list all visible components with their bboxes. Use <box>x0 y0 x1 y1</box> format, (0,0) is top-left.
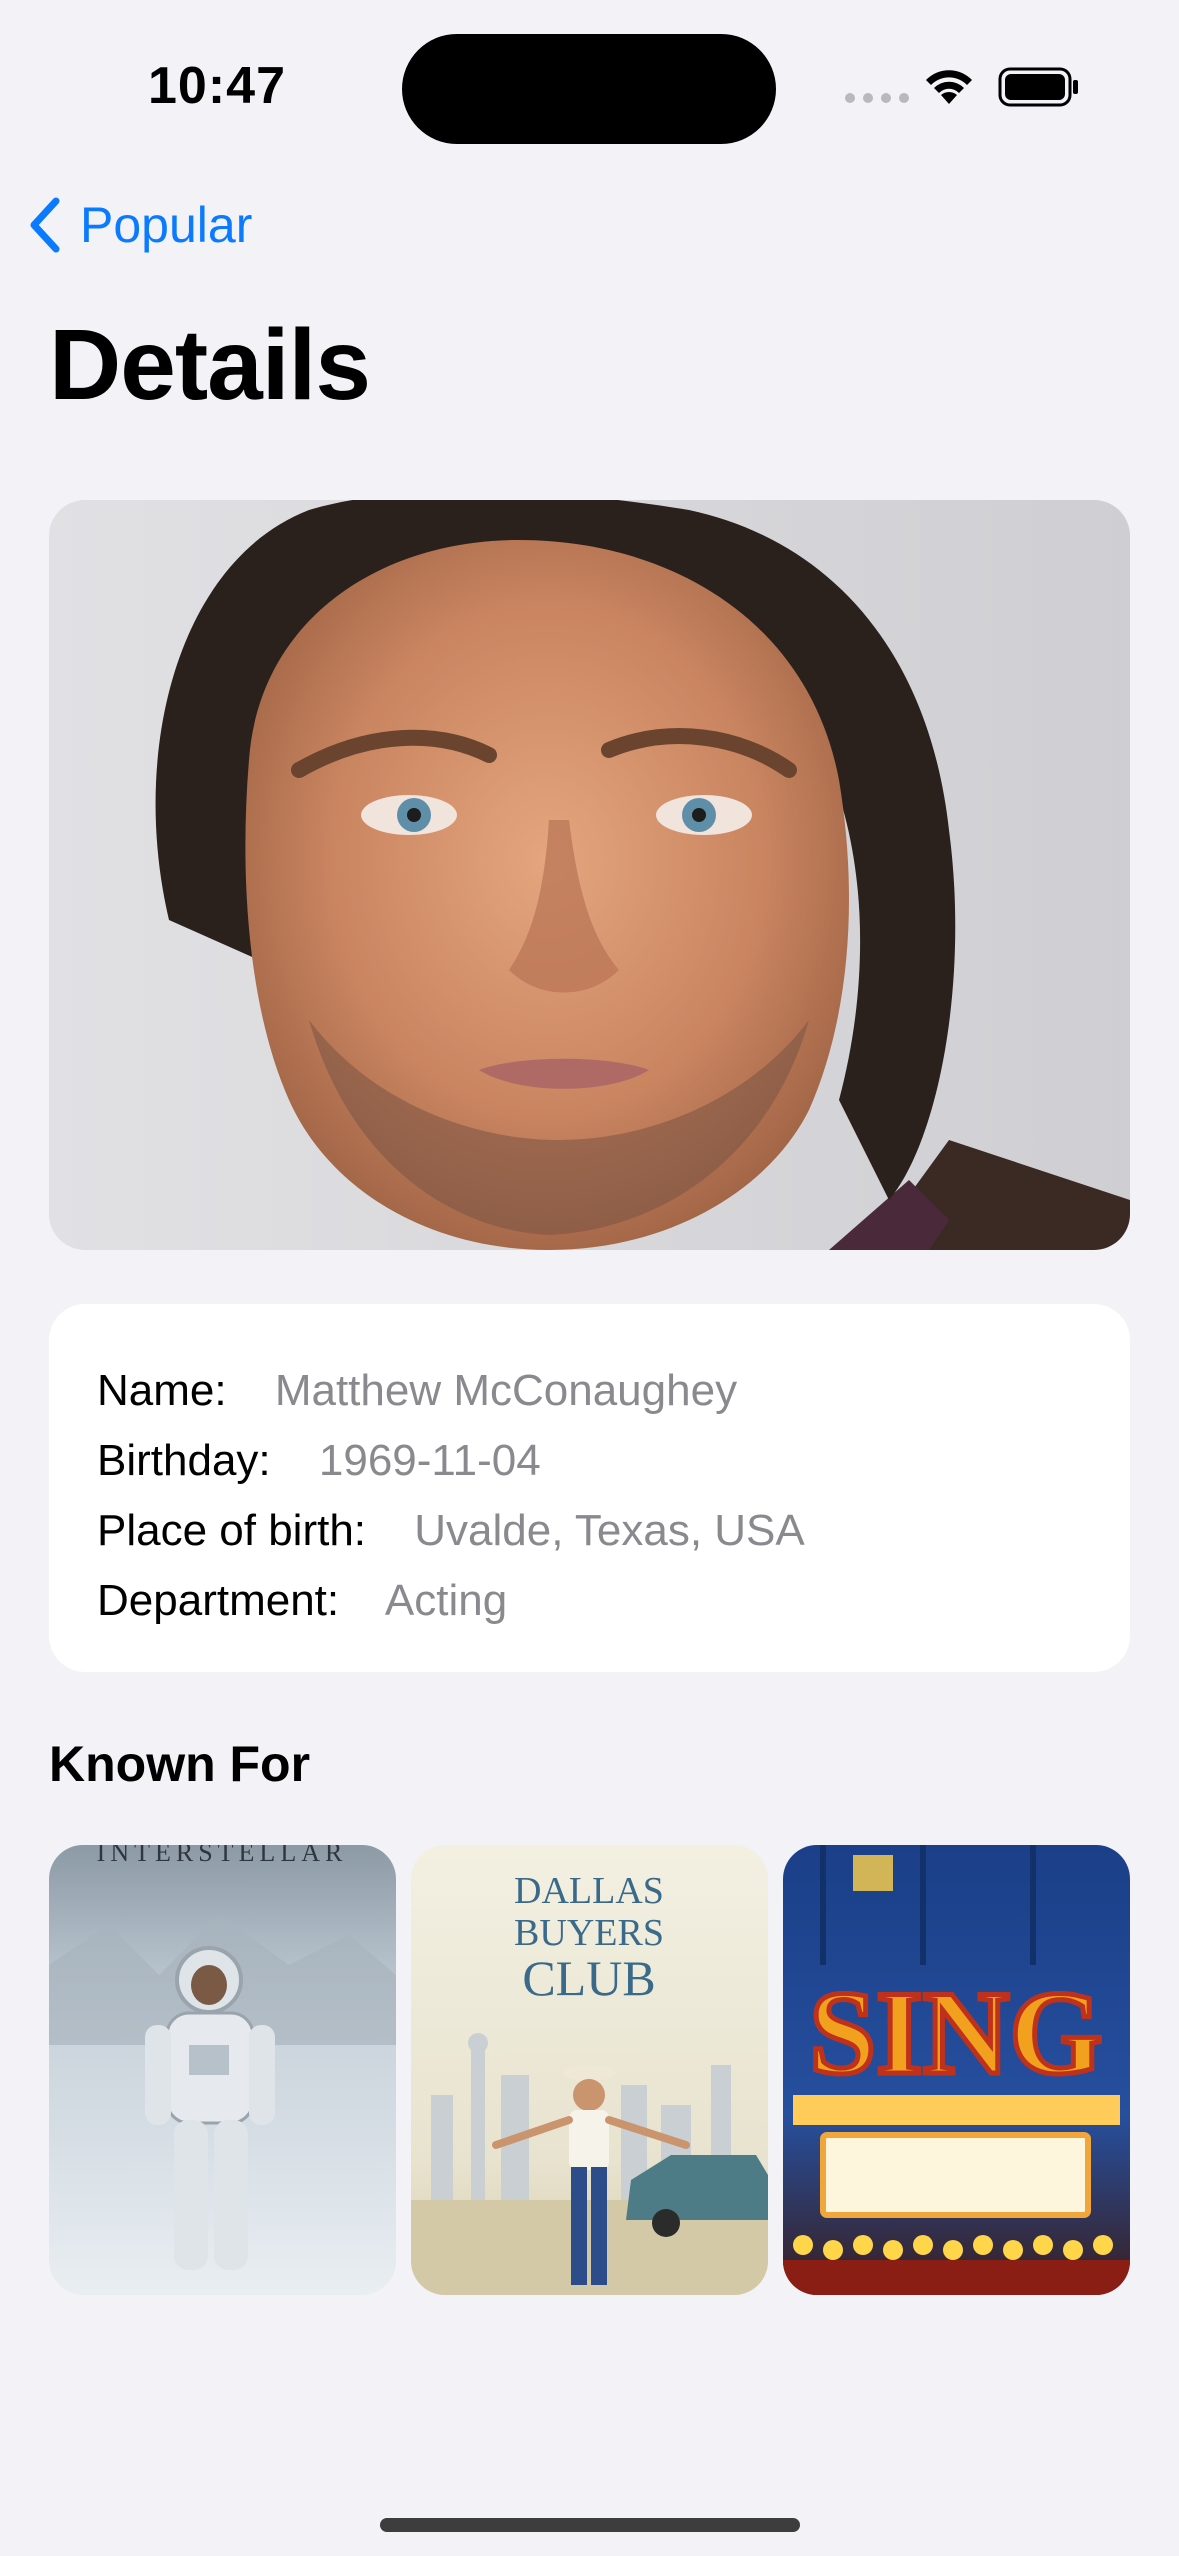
info-row-birthday: Birthday: 1969-11-04 <box>97 1426 1082 1496</box>
known-for-heading: Known For <box>49 1736 311 1792</box>
poster-title-dallas-line-2: BUYERS <box>514 1912 664 1954</box>
chevron-left-icon <box>30 197 60 253</box>
department-label: Department: <box>97 1576 340 1625</box>
place-of-birth-value: Uvalde, Texas, USA <box>414 1506 805 1555</box>
status-time: 10:47 <box>148 57 286 115</box>
poster-title-interstellar: INTERSTELLAR <box>97 1845 348 1867</box>
back-button-label: Popular <box>80 197 253 253</box>
info-row-name: Name: Matthew McConaughey <box>97 1356 1082 1426</box>
info-row-department: Department: Acting <box>97 1566 1082 1636</box>
poster-title-dallas-line-3: CLUB <box>522 1950 655 2006</box>
name-label: Name: <box>97 1366 227 1415</box>
poster-sing[interactable]: SING <box>783 1845 1130 2295</box>
dynamic-island <box>402 34 776 144</box>
place-of-birth-label: Place of birth: <box>97 1506 367 1555</box>
wifi-icon <box>926 70 972 104</box>
page-title: Details <box>49 309 371 421</box>
department-value: Acting <box>384 1576 508 1625</box>
home-indicator[interactable] <box>380 2518 800 2532</box>
poster-title-sing: SING <box>809 1966 1102 2099</box>
back-button[interactable]: Popular <box>26 196 252 254</box>
profile-photo <box>49 500 1130 1250</box>
battery-icon <box>998 67 1078 107</box>
poster-dallas-buyers-club[interactable]: DALLAS BUYERS CLUB <box>411 1845 768 2295</box>
poster-interstellar[interactable]: INTERSTELLAR <box>49 1845 396 2295</box>
details-screen: 10:47 Popular Details Name: Matthew McCo… <box>0 0 1179 2556</box>
poster-title-dallas-line-1: DALLAS <box>514 1870 664 1912</box>
cellular-signal-icon <box>845 93 909 103</box>
birthday-value: 1969-11-04 <box>318 1436 541 1485</box>
birthday-label: Birthday: <box>97 1436 271 1485</box>
info-row-place-of-birth: Place of birth: Uvalde, Texas, USA <box>97 1496 1082 1566</box>
info-card: Name: Matthew McConaughey Birthday: 1969… <box>49 1304 1130 1672</box>
name-value: Matthew McConaughey <box>274 1366 738 1415</box>
